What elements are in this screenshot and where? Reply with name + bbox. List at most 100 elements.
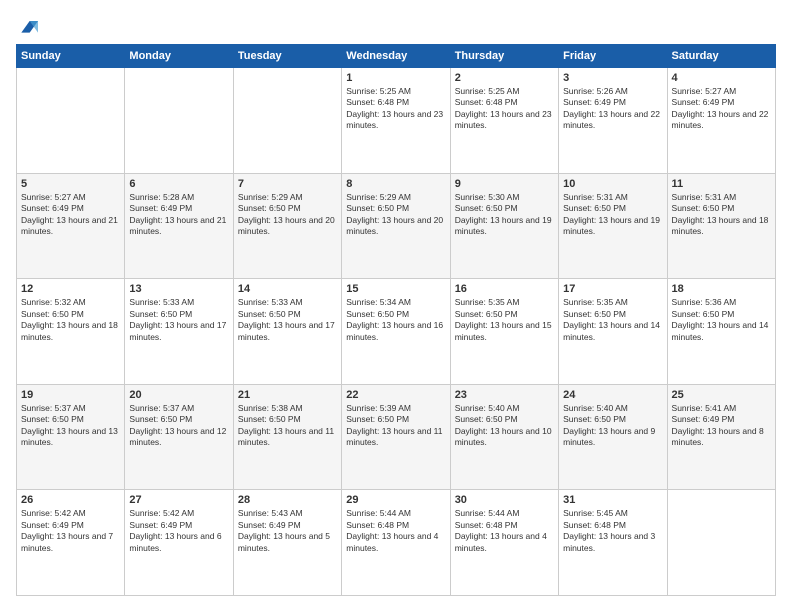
day-info: Sunrise: 5:33 AM Sunset: 6:50 PM Dayligh…: [238, 297, 337, 343]
day-info: Sunrise: 5:41 AM Sunset: 6:49 PM Dayligh…: [672, 403, 771, 449]
logo: [16, 16, 38, 36]
calendar-cell: 28 Sunrise: 5:43 AM Sunset: 6:49 PM Dayli…: [233, 490, 341, 596]
day-number: 28: [238, 494, 337, 506]
day-info: Sunrise: 5:25 AM Sunset: 6:48 PM Dayligh…: [455, 86, 554, 132]
calendar-week-4: 26 Sunrise: 5:42 AM Sunset: 6:49 PM Dayli…: [17, 490, 776, 596]
day-number: 1: [346, 72, 445, 84]
weekday-header-row: SundayMondayTuesdayWednesdayThursdayFrid…: [17, 45, 776, 68]
day-info: Sunrise: 5:45 AM Sunset: 6:48 PM Dayligh…: [563, 508, 662, 554]
logo-icon: [18, 16, 38, 36]
calendar-cell: 19 Sunrise: 5:37 AM Sunset: 6:50 PM Dayli…: [17, 384, 125, 490]
calendar-cell: 25 Sunrise: 5:41 AM Sunset: 6:49 PM Dayli…: [667, 384, 775, 490]
day-number: 2: [455, 72, 554, 84]
calendar-cell: 14 Sunrise: 5:33 AM Sunset: 6:50 PM Dayli…: [233, 279, 341, 385]
header: [16, 16, 776, 36]
calendar-cell: 16 Sunrise: 5:35 AM Sunset: 6:50 PM Dayli…: [450, 279, 558, 385]
day-info: Sunrise: 5:28 AM Sunset: 6:49 PM Dayligh…: [129, 192, 228, 238]
day-number: 27: [129, 494, 228, 506]
calendar-cell: 11 Sunrise: 5:31 AM Sunset: 6:50 PM Dayli…: [667, 173, 775, 279]
day-info: Sunrise: 5:38 AM Sunset: 6:50 PM Dayligh…: [238, 403, 337, 449]
weekday-header-friday: Friday: [559, 45, 667, 68]
day-number: 29: [346, 494, 445, 506]
day-info: Sunrise: 5:29 AM Sunset: 6:50 PM Dayligh…: [238, 192, 337, 238]
calendar-cell: 23 Sunrise: 5:40 AM Sunset: 6:50 PM Dayli…: [450, 384, 558, 490]
day-number: 25: [672, 389, 771, 401]
calendar-cell: 15Sunrise: 5:34 AM Sunset: 6:50 PM Dayli…: [342, 279, 450, 385]
calendar-week-3: 19 Sunrise: 5:37 AM Sunset: 6:50 PM Dayli…: [17, 384, 776, 490]
calendar-cell: 12Sunrise: 5:32 AM Sunset: 6:50 PM Dayli…: [17, 279, 125, 385]
day-info: Sunrise: 5:31 AM Sunset: 6:50 PM Dayligh…: [563, 192, 662, 238]
calendar-cell: 17 Sunrise: 5:35 AM Sunset: 6:50 PM Dayli…: [559, 279, 667, 385]
weekday-header-sunday: Sunday: [17, 45, 125, 68]
day-info: Sunrise: 5:34 AM Sunset: 6:50 PM Dayligh…: [346, 297, 445, 343]
weekday-header-monday: Monday: [125, 45, 233, 68]
day-info: Sunrise: 5:43 AM Sunset: 6:49 PM Dayligh…: [238, 508, 337, 554]
day-info: Sunrise: 5:35 AM Sunset: 6:50 PM Dayligh…: [563, 297, 662, 343]
calendar-cell: 2 Sunrise: 5:25 AM Sunset: 6:48 PM Daylig…: [450, 68, 558, 174]
day-number: 20: [129, 389, 228, 401]
day-info: Sunrise: 5:40 AM Sunset: 6:50 PM Dayligh…: [455, 403, 554, 449]
day-info: Sunrise: 5:44 AM Sunset: 6:48 PM Dayligh…: [455, 508, 554, 554]
day-info: Sunrise: 5:27 AM Sunset: 6:49 PM Dayligh…: [672, 86, 771, 132]
day-info: Sunrise: 5:36 AM Sunset: 6:50 PM Dayligh…: [672, 297, 771, 343]
day-number: 10: [563, 178, 662, 190]
calendar-cell: 31 Sunrise: 5:45 AM Sunset: 6:48 PM Dayli…: [559, 490, 667, 596]
day-number: 23: [455, 389, 554, 401]
day-number: 9: [455, 178, 554, 190]
calendar-cell: 9 Sunrise: 5:30 AM Sunset: 6:50 PM Daylig…: [450, 173, 558, 279]
calendar-cell: 30 Sunrise: 5:44 AM Sunset: 6:48 PM Dayli…: [450, 490, 558, 596]
calendar-cell: 24 Sunrise: 5:40 AM Sunset: 6:50 PM Dayli…: [559, 384, 667, 490]
day-info: Sunrise: 5:26 AM Sunset: 6:49 PM Dayligh…: [563, 86, 662, 132]
calendar-cell: 20Sunrise: 5:37 AM Sunset: 6:50 PM Dayli…: [125, 384, 233, 490]
calendar-cell: [667, 490, 775, 596]
calendar-cell: 21 Sunrise: 5:38 AM Sunset: 6:50 PM Dayli…: [233, 384, 341, 490]
day-number: 18: [672, 283, 771, 295]
calendar-cell: 6Sunrise: 5:28 AM Sunset: 6:49 PM Daylig…: [125, 173, 233, 279]
day-info: Sunrise: 5:29 AM Sunset: 6:50 PM Dayligh…: [346, 192, 445, 238]
day-number: 7: [238, 178, 337, 190]
weekday-header-thursday: Thursday: [450, 45, 558, 68]
day-number: 11: [672, 178, 771, 190]
day-info: Sunrise: 5:27 AM Sunset: 6:49 PM Dayligh…: [21, 192, 120, 238]
calendar-cell: 26 Sunrise: 5:42 AM Sunset: 6:49 PM Dayli…: [17, 490, 125, 596]
calendar-cell: 10 Sunrise: 5:31 AM Sunset: 6:50 PM Dayli…: [559, 173, 667, 279]
weekday-header-tuesday: Tuesday: [233, 45, 341, 68]
calendar-week-1: 5Sunrise: 5:27 AM Sunset: 6:49 PM Daylig…: [17, 173, 776, 279]
day-info: Sunrise: 5:40 AM Sunset: 6:50 PM Dayligh…: [563, 403, 662, 449]
weekday-header-wednesday: Wednesday: [342, 45, 450, 68]
calendar-cell: 27Sunrise: 5:42 AM Sunset: 6:49 PM Dayli…: [125, 490, 233, 596]
day-info: Sunrise: 5:25 AM Sunset: 6:48 PM Dayligh…: [346, 86, 445, 132]
calendar-cell: 29Sunrise: 5:44 AM Sunset: 6:48 PM Dayli…: [342, 490, 450, 596]
calendar-cell: 4 Sunrise: 5:27 AM Sunset: 6:49 PM Daylig…: [667, 68, 775, 174]
day-number: 22: [346, 389, 445, 401]
day-number: 16: [455, 283, 554, 295]
day-number: 4: [672, 72, 771, 84]
day-info: Sunrise: 5:33 AM Sunset: 6:50 PM Dayligh…: [129, 297, 228, 343]
day-info: Sunrise: 5:37 AM Sunset: 6:50 PM Dayligh…: [21, 403, 120, 449]
day-number: 3: [563, 72, 662, 84]
day-info: Sunrise: 5:32 AM Sunset: 6:50 PM Dayligh…: [21, 297, 120, 343]
calendar-cell: 8 Sunrise: 5:29 AM Sunset: 6:50 PM Daylig…: [342, 173, 450, 279]
day-info: Sunrise: 5:42 AM Sunset: 6:49 PM Dayligh…: [21, 508, 120, 554]
calendar-cell: [17, 68, 125, 174]
day-number: 24: [563, 389, 662, 401]
day-info: Sunrise: 5:31 AM Sunset: 6:50 PM Dayligh…: [672, 192, 771, 238]
day-number: 14: [238, 283, 337, 295]
day-number: 30: [455, 494, 554, 506]
day-info: Sunrise: 5:35 AM Sunset: 6:50 PM Dayligh…: [455, 297, 554, 343]
day-number: 13: [129, 283, 228, 295]
calendar-body: 1 Sunrise: 5:25 AM Sunset: 6:48 PM Daylig…: [17, 68, 776, 596]
day-number: 8: [346, 178, 445, 190]
day-info: Sunrise: 5:39 AM Sunset: 6:50 PM Dayligh…: [346, 403, 445, 449]
day-number: 21: [238, 389, 337, 401]
day-number: 19: [21, 389, 120, 401]
calendar-cell: 1 Sunrise: 5:25 AM Sunset: 6:48 PM Daylig…: [342, 68, 450, 174]
day-number: 26: [21, 494, 120, 506]
weekday-header-saturday: Saturday: [667, 45, 775, 68]
day-info: Sunrise: 5:30 AM Sunset: 6:50 PM Dayligh…: [455, 192, 554, 238]
day-number: 31: [563, 494, 662, 506]
calendar-cell: 18 Sunrise: 5:36 AM Sunset: 6:50 PM Dayli…: [667, 279, 775, 385]
day-number: 17: [563, 283, 662, 295]
calendar-cell: 7 Sunrise: 5:29 AM Sunset: 6:50 PM Daylig…: [233, 173, 341, 279]
calendar-week-0: 1 Sunrise: 5:25 AM Sunset: 6:48 PM Daylig…: [17, 68, 776, 174]
